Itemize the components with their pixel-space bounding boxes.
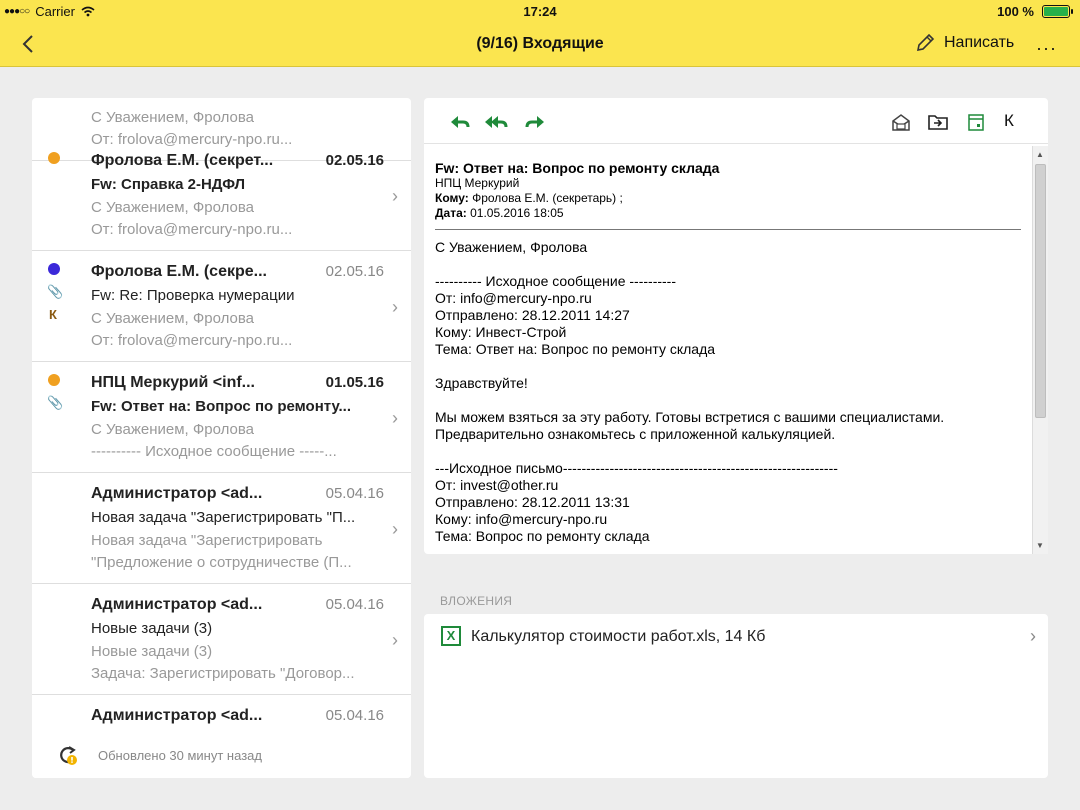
- message-content: Fw: Ответ на: Вопрос по ремонту склада Н…: [435, 160, 1021, 545]
- attachments-panel: X Калькулятор стоимости работ.xls, 14 Кб…: [424, 614, 1048, 778]
- mail-date-label: Дата:: [435, 206, 467, 220]
- flag-dot-icon: [48, 263, 60, 275]
- calendar-icon[interactable]: [964, 110, 988, 134]
- message-preview-1: Новая задача "Зарегистрировать: [91, 532, 323, 549]
- excel-icon: X: [441, 626, 461, 646]
- message-preview-1: Новые задачи (3): [91, 643, 213, 660]
- unread-dot-icon: [48, 374, 60, 386]
- message-preview-2: "Предложение о сотрудничестве (П...: [91, 554, 352, 571]
- more-options-icon[interactable]: ···: [1036, 38, 1057, 59]
- message-list: С Уважением, Фролова От: frolova@mercury…: [32, 98, 411, 778]
- chevron-right-icon: ›: [392, 519, 398, 539]
- message-preview-2: Задача: Зарегистрировать "Договор...: [91, 665, 355, 682]
- clock: 17:24: [523, 4, 557, 19]
- message-preview-1: С Уважением, Фролова: [91, 199, 255, 216]
- header-divider: [435, 229, 1021, 230]
- message-date: 02.05.16: [325, 152, 384, 169]
- status-bar: ●●●○○ Carrier 17:24 100 %: [0, 0, 1080, 22]
- message-pane: К Fw: Ответ на: Вопрос по ремонту склада…: [424, 98, 1048, 554]
- list-item[interactable]: 📎 НПЦ Меркурий <inf... 01.05.16 Fw: Отве…: [32, 362, 411, 473]
- message-subject: Fw: Ответ на: Вопрос по ремонту...: [91, 398, 352, 415]
- category-k-icon: К: [49, 307, 57, 322]
- print-mail-icon[interactable]: [889, 110, 913, 134]
- chevron-right-icon: ›: [1030, 626, 1036, 646]
- message-date: 05.04.16: [325, 485, 384, 502]
- message-preview-1: С Уважением, Фролова: [91, 421, 255, 438]
- message-scrollbar[interactable]: ▲ ▼: [1032, 146, 1048, 554]
- message-subject: Новая задача "Зарегистрировать "П...: [91, 509, 356, 526]
- mail-to-value: Фролова Е.М. (секретарь) ;: [472, 191, 623, 205]
- battery-icon: [1042, 5, 1073, 18]
- reply-all-icon[interactable]: [484, 110, 508, 134]
- unread-dot-icon: [48, 152, 60, 164]
- move-to-folder-icon[interactable]: [926, 110, 950, 134]
- message-sender: НПЦ Меркурий <inf...: [91, 374, 255, 391]
- message-sender: Фролова Е.М. (секре...: [91, 263, 267, 280]
- mail-from: НПЦ Меркурий: [435, 176, 520, 190]
- battery-percent: 100 %: [997, 4, 1034, 19]
- message-preview-1: С Уважением, Фролова: [91, 109, 255, 126]
- last-updated-label: Обновлено 30 минут назад: [98, 748, 262, 763]
- attachments-heading: ВЛОЖЕНИЯ: [440, 594, 513, 608]
- forward-icon[interactable]: [523, 110, 547, 134]
- scrollbar-thumb[interactable]: [1035, 164, 1046, 418]
- list-item[interactable]: Администратор <ad... 05.04.16 Новая зада…: [32, 473, 411, 584]
- refresh-warning-icon[interactable]: [58, 744, 78, 766]
- list-item[interactable]: Администратор <ad... 05.04.16 Новые зада…: [32, 584, 411, 695]
- mail-body: С Уважением, Фролова ---------- Исходное…: [435, 239, 945, 544]
- message-preview-2: От: frolova@mercury-npo.ru...: [91, 221, 293, 238]
- message-preview-1: С Уважением, Фролова: [91, 310, 255, 327]
- message-preview-2: ---------- Исходное сообщение -----...: [91, 443, 337, 460]
- chevron-right-icon: ›: [392, 408, 398, 428]
- scroll-up-icon[interactable]: ▲: [1036, 150, 1044, 159]
- chevron-right-icon: ›: [392, 186, 398, 206]
- scroll-down-icon[interactable]: ▼: [1036, 541, 1044, 550]
- paperclip-icon: 📎: [47, 395, 64, 410]
- message-date: 01.05.16: [325, 374, 384, 391]
- mail-subject: Fw: Ответ на: Вопрос по ремонту склада: [435, 160, 720, 176]
- message-toolbar: К: [424, 98, 1048, 144]
- message-date: 05.04.16: [325, 596, 384, 613]
- category-k-button[interactable]: К: [1004, 111, 1014, 131]
- pencil-icon: [916, 33, 935, 52]
- mail-date-value: 01.05.2016 18:05: [470, 206, 564, 220]
- message-date: 02.05.16: [325, 263, 384, 280]
- message-sender: Администратор <ad...: [91, 485, 263, 502]
- chevron-right-icon: ›: [392, 297, 398, 317]
- list-item[interactable]: Фролова Е.М. (секрет... 02.05.16 Fw: Спр…: [32, 140, 411, 251]
- message-subject: Fw: Справка 2-НДФЛ: [91, 176, 246, 193]
- mail-to-label: Кому:: [435, 191, 469, 205]
- compose-label: Написать: [944, 34, 1015, 51]
- message-sender: Администратор <ad...: [91, 596, 263, 613]
- message-sender: Администратор <ad...: [91, 707, 263, 724]
- message-preview-2: От: frolova@mercury-npo.ru...: [91, 332, 293, 349]
- top-bar: ●●●○○ Carrier 17:24 100 % (9/16) Входящи…: [0, 0, 1080, 67]
- attachment-item[interactable]: X Калькулятор стоимости работ.xls, 14 Кб…: [424, 614, 1048, 660]
- message-subject: Новые задачи (3): [91, 620, 213, 637]
- paperclip-icon: 📎: [47, 284, 64, 299]
- message-date: 05.04.16: [325, 707, 384, 724]
- compose-button[interactable]: Написать: [914, 32, 1014, 54]
- message-sender: Фролова Е.М. (секрет...: [91, 152, 274, 169]
- back-chevron-icon[interactable]: [18, 30, 40, 58]
- message-subject: Fw: Re: Проверка нумерации: [91, 287, 295, 304]
- chevron-right-icon: ›: [392, 630, 398, 650]
- list-item[interactable]: 📎 К Фролова Е.М. (секре... 02.05.16 Fw: …: [32, 251, 411, 362]
- attachment-name: Калькулятор стоимости работ.xls, 14 Кб: [471, 628, 766, 645]
- reply-icon[interactable]: [448, 110, 472, 134]
- list-footer: Обновлено 30 минут назад: [32, 730, 411, 778]
